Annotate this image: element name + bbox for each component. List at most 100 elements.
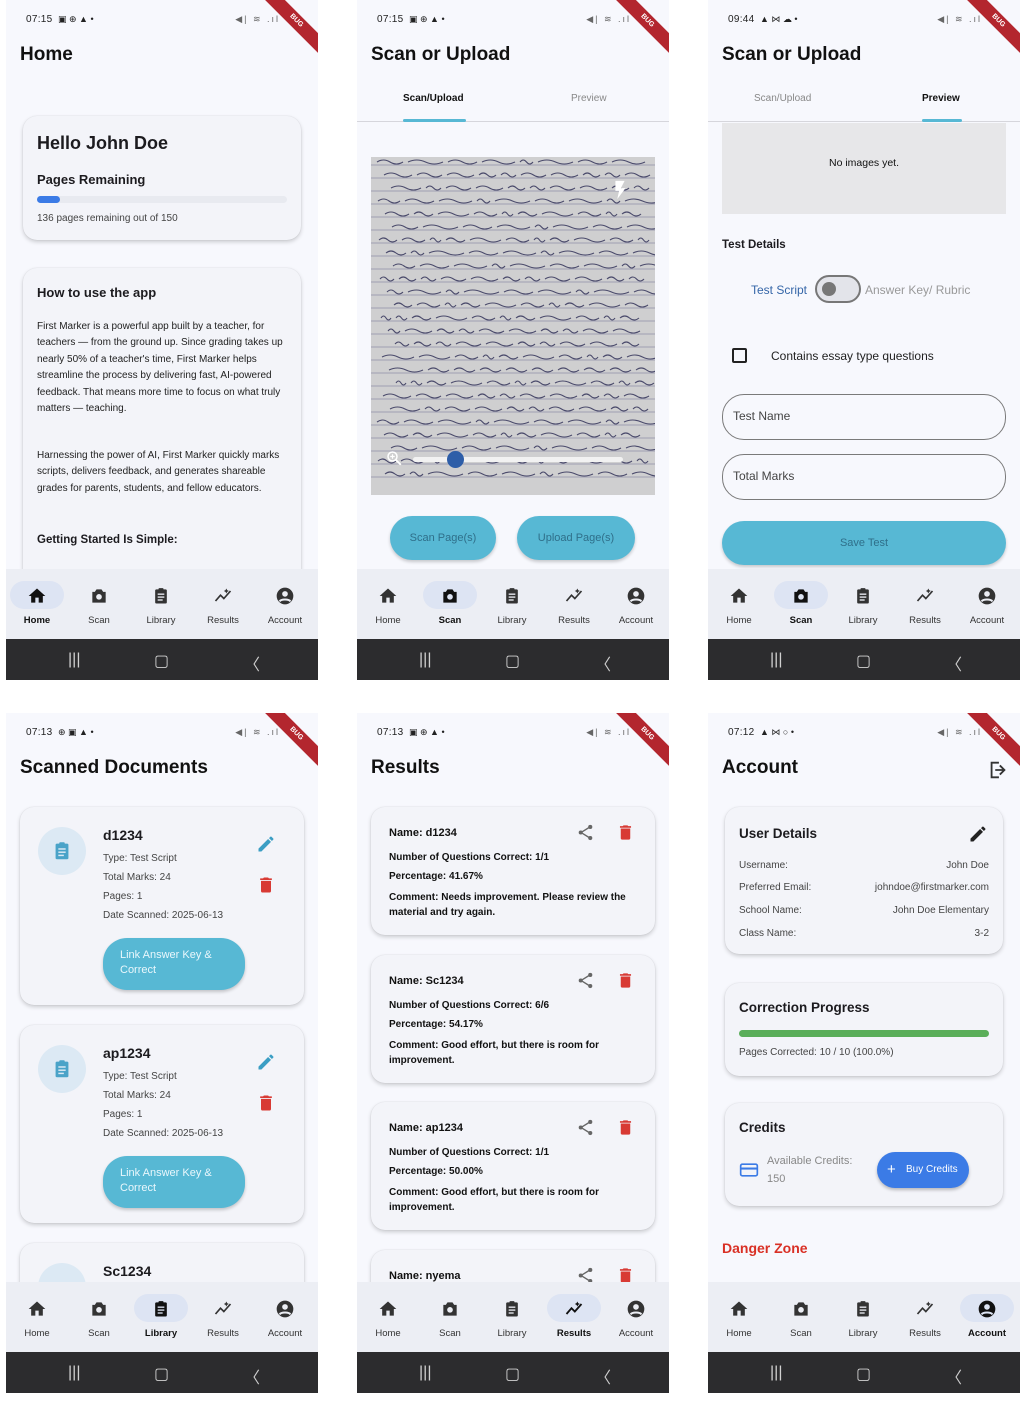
home-circle-icon[interactable]: ▢ [154,1364,169,1384]
nav-home[interactable]: Home [6,569,68,639]
tab-preview[interactable]: Preview [571,93,607,104]
nav-home[interactable]: Home [357,1282,419,1352]
tab-scan-upload[interactable]: Scan/Upload [754,93,811,104]
nav-account[interactable]: Account [956,1282,1018,1352]
delete-icon[interactable] [616,823,635,842]
nav-library[interactable]: Library [832,569,894,639]
nav-home[interactable]: Home [6,1282,68,1352]
clipboard-icon [857,1301,869,1317]
nav-scan[interactable]: Scan [68,1282,130,1352]
essay-checkbox[interactable] [732,348,747,363]
recents-icon[interactable]: ||| [770,651,782,669]
buy-credits-button[interactable]: + Buy Credits [877,1152,969,1188]
delete-icon[interactable] [256,875,276,895]
result-card[interactable]: Name: d1234 Number of Questions Correct:… [371,807,655,935]
nav-account[interactable]: Account [605,1282,667,1352]
toggle-thumb[interactable] [822,282,836,296]
home-icon [379,1301,397,1316]
delete-icon[interactable] [616,971,635,990]
document-name: d1234 [103,827,143,843]
back-icon[interactable]: 〈 [595,651,611,675]
tab-preview[interactable]: Preview [922,93,960,104]
upload-pages-button[interactable]: Upload Page(s) [517,516,635,560]
result-card[interactable]: Name: Sc1234 Number of Questions Correct… [371,955,655,1083]
nav-library[interactable]: Library [130,1282,192,1352]
status-time: 07:15 [377,14,404,25]
document-name: Sc1234 [103,1263,152,1279]
zoom-slider[interactable] [413,451,623,468]
account-icon [978,1300,996,1318]
screen-home: 07:15 ▣ ⊕ ▲ • ◀| ≋ .ıl BUG Home Hello Jo… [6,0,318,680]
logout-icon[interactable] [987,759,1009,781]
nav-results[interactable]: Results [894,1282,956,1352]
nav-results[interactable]: Results [543,1282,605,1352]
nav-library[interactable]: Library [481,1282,543,1352]
share-icon[interactable] [576,823,595,842]
save-test-button[interactable]: Save Test [722,521,1006,565]
nav-library[interactable]: Library [481,569,543,639]
flash-icon[interactable] [609,177,631,203]
share-icon[interactable] [576,971,595,990]
tab-scan-upload[interactable]: Scan/Upload [403,93,464,104]
back-icon[interactable]: 〈 [244,651,260,675]
home-circle-icon[interactable]: ▢ [505,651,520,671]
system-nav-bar: ||| ▢ 〈 [6,639,318,680]
recents-icon[interactable]: ||| [419,1364,431,1382]
recents-icon[interactable]: ||| [68,651,80,669]
edit-icon[interactable] [256,1052,276,1072]
document-card[interactable]: d1234 Type: Test Script Total Marks: 24 … [20,807,304,1005]
script-type-toggle[interactable] [815,275,861,303]
home-circle-icon[interactable]: ▢ [856,1364,871,1384]
back-icon[interactable]: 〈 [946,1364,962,1388]
nav-library[interactable]: Library [832,1282,894,1352]
nav-account[interactable]: Account [605,569,667,639]
nav-account[interactable]: Account [254,1282,316,1352]
nav-label: Results [909,615,941,626]
share-icon[interactable] [576,1118,595,1137]
home-circle-icon[interactable]: ▢ [154,651,169,671]
back-icon[interactable]: 〈 [946,651,962,675]
edit-icon[interactable] [256,834,276,854]
back-icon[interactable]: 〈 [595,1364,611,1388]
nav-home[interactable]: Home [357,569,419,639]
status-notif-icons: ▲ ⋈ ○ • [760,727,794,737]
nav-home[interactable]: Home [708,569,770,639]
greeting-card: Hello John Doe Pages Remaining 136 pages… [23,116,301,240]
page-title: Results [371,757,440,778]
camera-icon [443,1302,457,1316]
nav-account[interactable]: Account [254,569,316,639]
nav-scan[interactable]: Scan [419,569,481,639]
recents-icon[interactable]: ||| [68,1364,80,1382]
nav-account[interactable]: Account [956,569,1018,639]
document-card[interactable]: ap1234 Type: Test Script Total Marks: 24… [20,1025,304,1223]
scan-pages-button[interactable]: Scan Page(s) [390,516,496,560]
nav-scan[interactable]: Scan [770,569,832,639]
nav-scan[interactable]: Scan [419,1282,481,1352]
home-circle-icon[interactable]: ▢ [856,651,871,671]
nav-results[interactable]: Results [543,569,605,639]
nav-home[interactable]: Home [708,1282,770,1352]
total-marks-input[interactable]: Total Marks [722,454,1006,500]
back-icon[interactable]: 〈 [244,1364,260,1388]
zoom-slider-thumb[interactable] [447,451,464,468]
nav-results[interactable]: Results [894,569,956,639]
result-card[interactable]: Name: ap1234 Number of Questions Correct… [371,1102,655,1230]
nav-results[interactable]: Results [192,1282,254,1352]
edit-icon[interactable] [968,824,988,844]
delete-icon[interactable] [256,1093,276,1113]
insights-icon [565,588,583,602]
credits-heading: Credits [739,1120,786,1135]
recents-icon[interactable]: ||| [770,1364,782,1382]
nav-scan[interactable]: Scan [770,1282,832,1352]
link-answer-key-button[interactable]: Link Answer Key & Correct [103,938,245,990]
link-answer-key-button[interactable]: Link Answer Key & Correct [103,1156,245,1208]
recents-icon[interactable]: ||| [419,651,431,669]
camera-preview[interactable] [371,157,655,495]
delete-icon[interactable] [616,1118,635,1137]
insights-icon [916,588,934,602]
home-circle-icon[interactable]: ▢ [505,1364,520,1384]
nav-results[interactable]: Results [192,569,254,639]
test-name-input[interactable]: Test Name [722,394,1006,440]
nav-library[interactable]: Library [130,569,192,639]
nav-scan[interactable]: Scan [68,569,130,639]
